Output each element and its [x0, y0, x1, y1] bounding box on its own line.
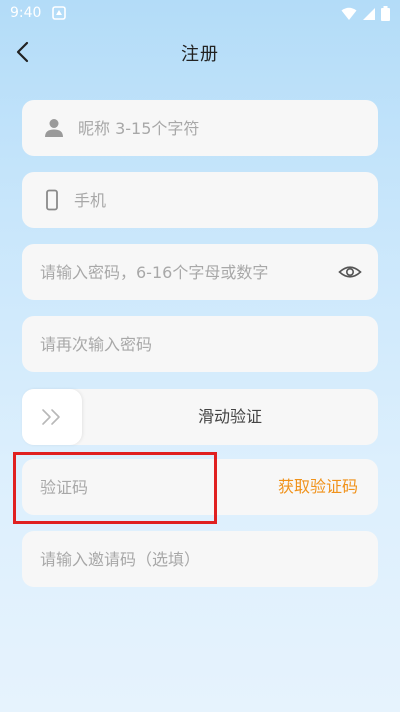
slider-label: 滑动验证 [197, 407, 262, 426]
confirm-password-field [22, 316, 378, 372]
battery-icon [381, 6, 390, 21]
verification-code-input[interactable] [40, 459, 210, 515]
nickname-input[interactable] [78, 100, 358, 156]
password-field [22, 244, 378, 300]
page-title: 注册 [181, 44, 219, 65]
phone-icon [46, 189, 58, 211]
user-icon [45, 119, 63, 137]
double-chevron-right-icon [42, 409, 60, 425]
invite-code-input[interactable] [40, 531, 360, 587]
signal-icon [363, 7, 375, 20]
status-icons [341, 6, 390, 21]
status-bar: 9:40 [0, 0, 400, 28]
password-input[interactable] [40, 244, 330, 300]
get-code-button[interactable]: 获取验证码 [278, 459, 358, 515]
verification-code-field: 获取验证码 [22, 459, 378, 515]
phone-field [22, 172, 378, 228]
invite-code-field [22, 531, 378, 587]
status-time: 9:40 [10, 5, 42, 21]
slider-handle[interactable] [22, 389, 82, 445]
nickname-field [22, 100, 378, 156]
confirm-password-input[interactable] [40, 316, 360, 372]
slide-verify-field: 滑动验证 [22, 389, 378, 445]
wifi-icon [341, 7, 357, 20]
eye-icon[interactable] [338, 261, 362, 283]
phone-input[interactable] [74, 172, 358, 228]
notification-icon [52, 6, 66, 20]
nav-bar: 注册 [0, 28, 400, 76]
